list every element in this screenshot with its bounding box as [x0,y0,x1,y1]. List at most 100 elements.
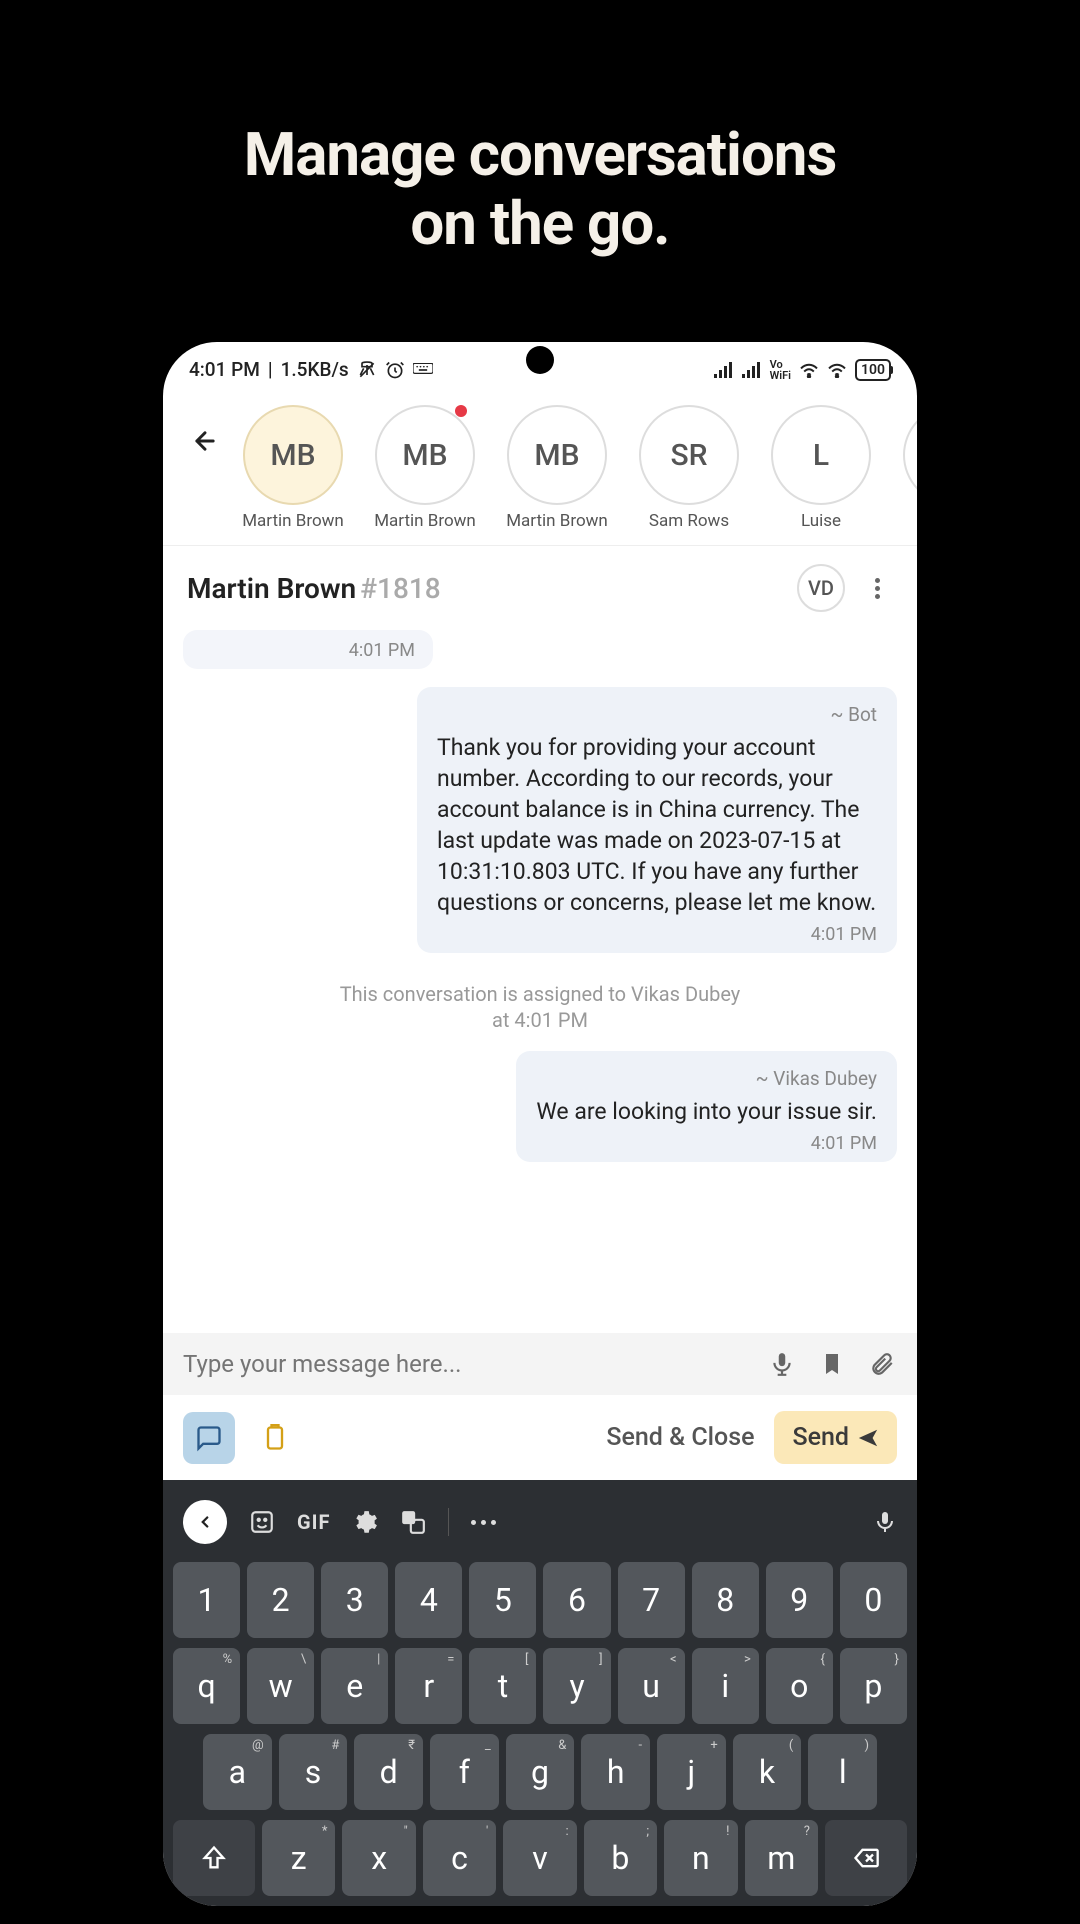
send-icon [857,1427,879,1449]
vowifi-icon: VoWiFi [770,359,791,381]
keyboard-key[interactable]: 4 [395,1562,462,1638]
chat-id: #1818 [360,572,441,605]
sticker-icon[interactable] [249,1509,275,1535]
keyboard-key[interactable]: d₹ [354,1734,423,1810]
keyboard-key[interactable]: 3 [321,1562,388,1638]
contact-name: Sam Rows [649,511,729,531]
message-time: 4:01 PM [437,924,877,945]
contact-name: Martin Brown [506,511,608,531]
keyboard-key[interactable]: k( [733,1734,802,1810]
mute-icon [357,360,377,380]
keyboard-key[interactable]: 1 [173,1562,240,1638]
chat-header: Martin Brown #1818 VD [163,546,917,630]
contact-avatar: MB [507,405,607,505]
keyboard-key[interactable]: j+ [657,1734,726,1810]
keyboard-more-icon[interactable] [471,1520,496,1525]
phone-screen: 4:01 PM | 1.5KB/s [163,342,917,1906]
chat-title: Martin Brown [187,572,356,605]
keyboard-separator [448,1508,449,1536]
contact-name: Martin Brown [242,511,344,531]
phone-frame: 4:01 PM | 1.5KB/s [145,324,935,1924]
keyboard-key[interactable]: l) [808,1734,877,1810]
keyboard-key[interactable]: x" [342,1820,415,1896]
contact-avatar: MB [243,405,343,505]
previous-message-bubble: 4:01 PM [183,630,433,669]
keyboard-key[interactable]: 2 [247,1562,314,1638]
send-and-close-button[interactable]: Send & Close [600,1413,760,1462]
contact-item[interactable]: SRSam Rows [631,405,747,531]
chat-body[interactable]: 4:01 PM ~ Bot Thank you for providing yo… [163,630,917,1333]
contact-item[interactable]: L Luise [763,405,879,531]
contact-avatar: TW [903,405,917,505]
keyboard-mic-icon[interactable] [873,1510,897,1534]
back-button[interactable] [183,411,227,471]
marketing-headline: Manage conversations on the go. [0,0,1080,258]
keyboard-settings-icon[interactable] [352,1509,378,1535]
contact-item[interactable]: MB Martin Brown [367,405,483,531]
keyboard-key[interactable]: 7 [618,1562,685,1638]
gif-button[interactable]: GIF [297,1510,330,1534]
keyboard-key[interactable]: e| [321,1648,388,1724]
keyboard-key[interactable]: i> [692,1648,759,1724]
message-bubble: ~ Vikas Dubey We are looking into your i… [516,1051,897,1162]
contact-item[interactable]: MB Martin Brown [499,405,615,531]
system-message: This conversation is assigned to Vikas D… [183,981,897,1033]
bookmark-icon[interactable] [817,1349,847,1379]
keyboard-key[interactable]: c' [423,1820,496,1896]
keyboard-key[interactable]: b; [584,1820,657,1896]
contacts-bar: MB Martin Brown MB Martin Brown MB Martin Bro… [163,387,917,546]
attachment-icon[interactable] [867,1349,897,1379]
keyboard-key[interactable]: a@ [203,1734,272,1810]
status-speed: 1.5KB/s [281,358,349,381]
keyboard-key[interactable]: r= [395,1648,462,1724]
svg-text:文: 文 [406,1512,415,1524]
agent-avatar[interactable]: VD [797,564,845,612]
keyboard-key[interactable]: q% [173,1648,240,1724]
contact-name: Martin Brown [374,511,476,531]
keyboard-key[interactable]: p} [840,1648,907,1724]
contact-item[interactable]: TWTim Will [895,405,917,531]
note-mode-button[interactable] [249,1412,301,1464]
contact-avatar: MB [375,405,475,505]
keyboard-key[interactable]: 9 [766,1562,833,1638]
battery-icon: 100 [855,359,891,381]
signal-icon [714,362,734,378]
backspace-key[interactable] [825,1820,907,1896]
signal-icon-2 [742,362,762,378]
keyboard-key[interactable]: u< [618,1648,685,1724]
keyboard-key[interactable]: s# [279,1734,348,1810]
alarm-icon [385,360,405,380]
reply-mode-button[interactable] [183,1412,235,1464]
camera-notch [526,346,554,374]
keyboard-key[interactable]: w\ [247,1648,314,1724]
keyboard-key[interactable]: n! [664,1820,737,1896]
contact-name: Luise [801,511,841,531]
contact-item[interactable]: MB Martin Brown [235,405,351,531]
keyboard-key[interactable]: 8 [692,1562,759,1638]
keyboard-key[interactable]: o{ [766,1648,833,1724]
keyboard-key[interactable]: 0 [840,1562,907,1638]
send-button[interactable]: Send [774,1411,897,1464]
keyboard-key[interactable]: z* [262,1820,335,1896]
keyboard-key[interactable]: h- [581,1734,650,1810]
keyboard-key[interactable]: 6 [543,1562,610,1638]
mic-icon[interactable] [767,1349,797,1379]
keyboard-key[interactable]: t[ [469,1648,536,1724]
shift-key[interactable] [173,1820,255,1896]
keyboard-key[interactable]: 5 [469,1562,536,1638]
more-menu-button[interactable] [861,564,893,612]
message-sender: ~ Bot [437,703,877,726]
contact-avatar: L [771,405,871,505]
message-text: We are looking into your issue sir. [536,1096,877,1127]
keyboard-key[interactable]: f_ [430,1734,499,1810]
keyboard-collapse-button[interactable] [183,1500,227,1544]
message-text: Thank you for providing your account num… [437,732,877,918]
message-bubble: ~ Bot Thank you for providing your accou… [417,687,897,953]
message-input[interactable] [183,1350,747,1378]
composer-action-bar: Send & Close Send [163,1395,917,1480]
keyboard-key[interactable]: m? [745,1820,818,1896]
keyboard-key[interactable]: v: [503,1820,576,1896]
keyboard-key[interactable]: y] [543,1648,610,1724]
keyboard-key[interactable]: g& [506,1734,575,1810]
translate-icon[interactable]: 文 [400,1509,426,1535]
